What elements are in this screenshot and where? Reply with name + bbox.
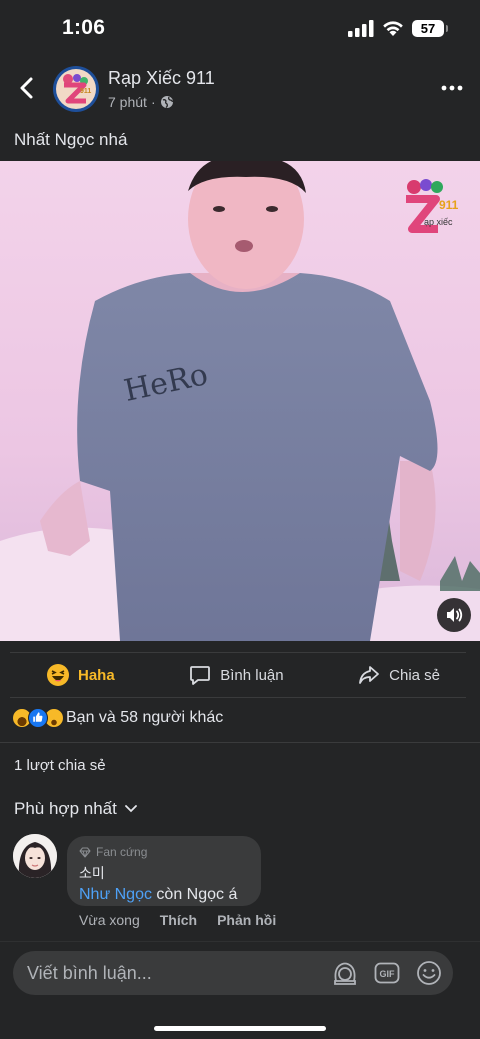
battery-level: 57 — [420, 20, 436, 36]
watermark-logo-icon: 911 ạp xiếc — [406, 179, 459, 233]
post-actions: Haha Bình luận Chia sẻ — [10, 652, 466, 698]
reaction-summary[interactable]: Bạn và 58 người khác — [12, 708, 223, 728]
share-icon — [359, 666, 380, 684]
comment-icon — [190, 666, 211, 685]
comment-bubble[interactable]: Fan cứng 소미 Như Ngọc còn Ngọc á — [67, 836, 261, 906]
status-time: 1:06 — [62, 16, 106, 39]
comment-button[interactable]: Bình luận — [188, 663, 284, 687]
wifi-icon — [383, 20, 403, 36]
share-button[interactable]: Chia sẻ — [357, 663, 440, 687]
fan-badge: Fan cứng — [79, 845, 249, 859]
home-indicator — [154, 1026, 326, 1031]
status-icons: 57 — [348, 19, 448, 37]
svg-text:GIF: GIF — [380, 969, 396, 979]
haha-emoji-icon — [47, 664, 69, 686]
divider — [0, 742, 480, 743]
diamond-icon — [79, 847, 91, 857]
post-time: 7 phút — [108, 94, 147, 110]
post-video[interactable]: HeRo 911 ạp xiếc — [0, 161, 480, 641]
status-bar: 1:06 57 — [0, 0, 480, 56]
more-options-icon[interactable] — [440, 78, 464, 98]
watermark-subtitle: ạp xiếc — [424, 217, 453, 227]
emoji-icon[interactable] — [415, 959, 443, 987]
page-avatar[interactable]: 911 — [53, 66, 99, 112]
comment-text: Như Ngọc còn Ngọc á — [79, 886, 249, 904]
post-caption: Nhất Ngọc nhá — [14, 130, 128, 149]
globe-icon — [160, 96, 173, 109]
comment-input[interactable] — [27, 962, 331, 984]
watermark-number: 911 — [439, 198, 459, 212]
sort-label: Phù hợp nhất — [14, 799, 117, 818]
composer-bar: GIF — [0, 941, 480, 1039]
share-label: Chia sẻ — [389, 666, 440, 684]
haha-button[interactable]: Haha — [46, 663, 115, 687]
signal-icon — [348, 19, 374, 37]
meta-separator: · — [150, 94, 156, 110]
comment-label: Bình luận — [220, 666, 284, 684]
comment-sort-dropdown[interactable]: Phù hợp nhất — [14, 799, 137, 819]
commenter-avatar[interactable] — [13, 834, 57, 878]
battery-indicator: 57 — [412, 19, 448, 37]
like-reaction-icon — [28, 708, 48, 728]
comment-mention[interactable]: Như Ngọc — [79, 886, 152, 903]
comment-composer[interactable]: GIF — [13, 951, 453, 995]
avatar-sticker-icon[interactable] — [331, 959, 359, 987]
chevron-down-icon — [124, 805, 137, 813]
composer-icons: GIF — [331, 959, 443, 987]
post-meta: 7 phút · — [108, 94, 174, 110]
reaction-summary-text: Bạn và 58 người khác — [66, 709, 224, 726]
gif-icon[interactable]: GIF — [373, 959, 401, 987]
share-count[interactable]: 1 lượt chia sẻ — [14, 757, 106, 774]
back-icon[interactable] — [14, 74, 40, 102]
haha-label: Haha — [78, 666, 115, 684]
comment-time: Vừa xong — [79, 912, 140, 928]
comment-like-button[interactable]: Thích — [160, 912, 197, 928]
fan-badge-label: Fan cứng — [96, 845, 148, 859]
sound-toggle-button[interactable] — [437, 598, 471, 632]
speaker-icon — [447, 608, 463, 622]
page-avatar-number: 911 — [80, 88, 91, 95]
comment-reply-button[interactable]: Phản hồi — [217, 912, 276, 928]
comment-body: còn Ngọc á — [151, 886, 238, 903]
reaction-icons — [12, 708, 64, 728]
page-logo-icon: 911 — [63, 74, 91, 104]
comment-actions: Vừa xong Thích Phản hồi — [79, 912, 276, 928]
page-name[interactable]: Rạp Xiếc 911 — [108, 68, 215, 89]
post-header: 911 Rạp Xiếc 911 7 phút · — [0, 62, 480, 114]
commenter-name[interactable]: 소미 — [79, 863, 249, 883]
